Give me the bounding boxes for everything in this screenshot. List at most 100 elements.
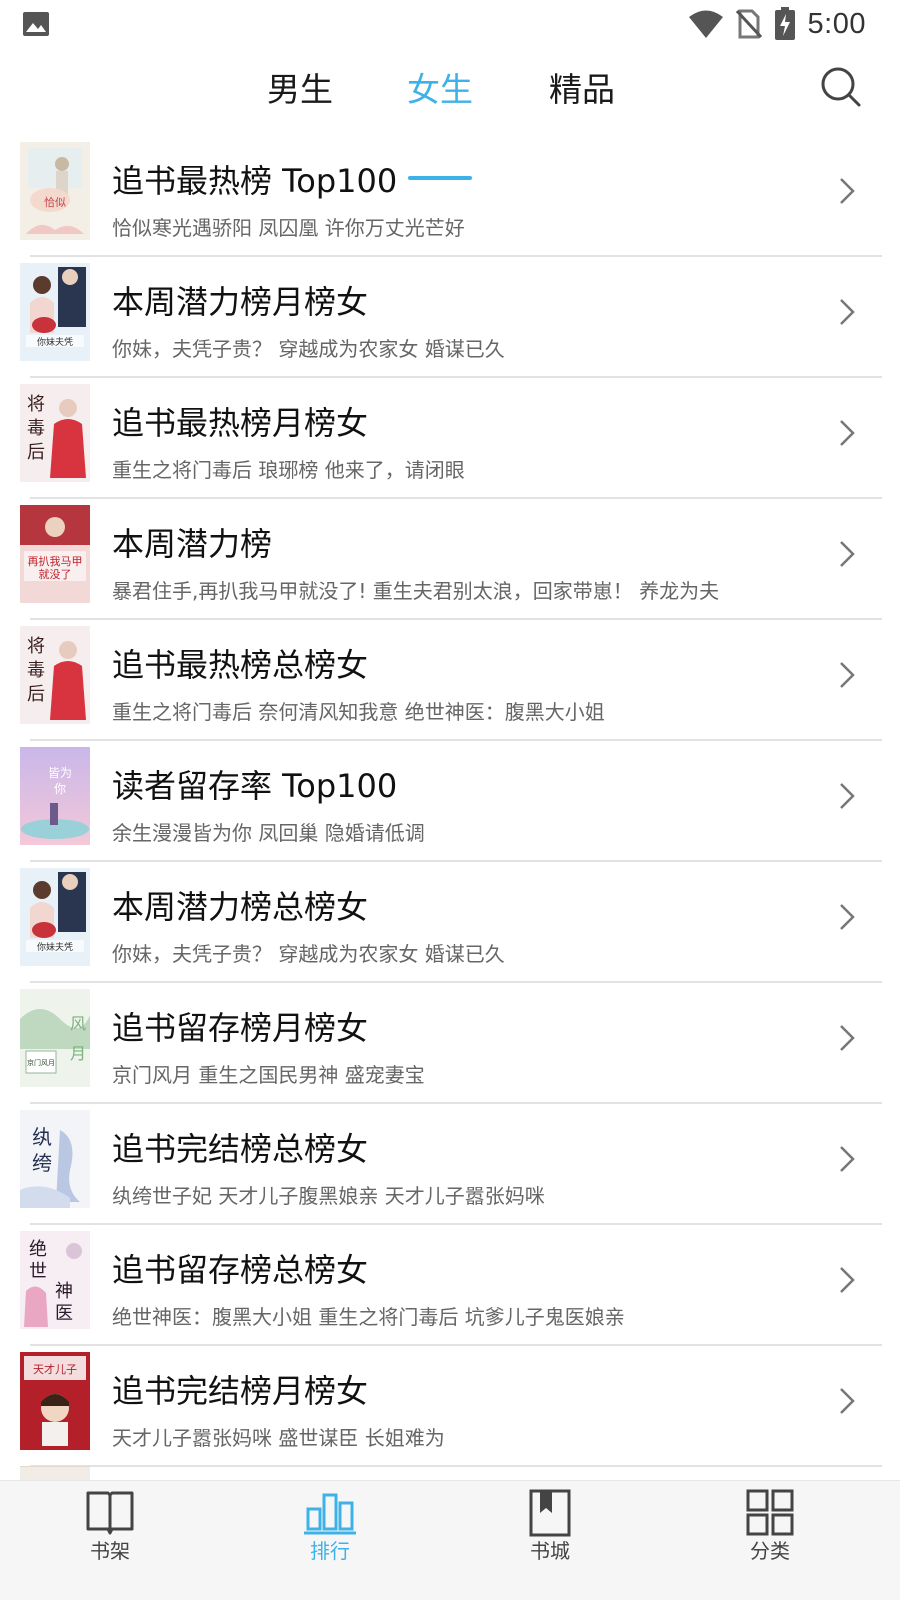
chevron-right-icon (840, 299, 855, 325)
rank-item[interactable]: 你妹夫凭 本周潜力榜总榜女 你妹，夫凭子贵？ 穿越成为农家女 婚谋已久 (0, 862, 900, 983)
tab-premium[interactable]: 精品 (537, 68, 627, 120)
svg-text:毒: 毒 (27, 660, 45, 681)
rank-item[interactable]: 将 毒 后 追书最热榜总榜女 重生之将门毒后 奈何清风知我意 绝世神医：腹黑大小… (0, 620, 900, 741)
rank-item[interactable]: 京门风月 风 月 追书留存榜月榜女 京门风月 重生之国民男神 盛宠妻宝 (0, 983, 900, 1104)
rank-item[interactable]: 恰似 追书最热榜 Top100 恰似寒光遇骄阳 凤囚凰 许你万丈光芒好 (0, 136, 900, 257)
svg-text:就没了: 就没了 (39, 567, 72, 581)
rank-item[interactable]: 皆为 你 读者留存率 Top100 余生漫漫皆为你 凤回巢 隐婚请低调 (0, 741, 900, 862)
rank-title: 本周潜力榜月榜女 (112, 283, 369, 321)
svg-text:毒: 毒 (27, 418, 45, 439)
rank-title: 追书留存榜月榜女 (112, 1009, 369, 1047)
rank-book-list: 绝世神医：腹黑大小姐 重生之将门毒后 坑爹儿子鬼医娘亲 (112, 1305, 625, 1329)
svg-text:绔: 绔 (32, 1151, 52, 1175)
rank-title: 本周潜力榜总榜女 (112, 888, 369, 926)
svg-text:你: 你 (54, 782, 66, 796)
book-cover-image: 纨 绔 (20, 1110, 90, 1208)
image-notification-icon (23, 12, 49, 36)
chevron-right-icon (840, 1267, 855, 1293)
svg-text:月: 月 (70, 1044, 86, 1063)
wifi-icon (688, 10, 723, 38)
book-cover-image: 绝 世 神 医 (20, 1231, 90, 1329)
grid-icon (746, 1489, 794, 1536)
book-cover-image: 将 毒 后 (20, 626, 90, 724)
svg-text:你妹夫凭: 你妹夫凭 (37, 336, 73, 348)
partial-book-cover (20, 1466, 90, 1480)
chevron-right-icon (840, 541, 855, 567)
chevron-right-icon (840, 420, 855, 446)
book-cover-image: 京门风月 风 月 (20, 989, 90, 1087)
nav-label: 分类 (750, 1539, 790, 1563)
rank-item[interactable]: 再扒我马甲 就没了 本周潜力榜 暴君住手,再扒我马甲就没了! 重生夫君别太浪，回… (0, 499, 900, 620)
rank-book-list: 重生之将门毒后 琅琊榜 他来了，请闭眼 (112, 458, 465, 482)
search-icon[interactable] (820, 66, 862, 108)
book-cover-image: 你妹夫凭 (20, 868, 90, 966)
svg-text:世: 世 (29, 1261, 47, 1282)
svg-text:再扒我马甲: 再扒我马甲 (28, 554, 83, 568)
svg-text:恰似: 恰似 (44, 195, 66, 209)
svg-text:医: 医 (55, 1303, 73, 1324)
rank-title: 读者留存率 Top100 (112, 767, 398, 805)
status-icons: 5:00 (688, 6, 866, 42)
status-bar: 5:00 (0, 0, 900, 50)
nav-label: 排行 (310, 1539, 350, 1563)
nav-label: 书架 (90, 1539, 130, 1563)
book-cover-image: 皆为 你 (20, 747, 90, 845)
rank-book-list: 余生漫漫皆为你 凤回巢 隐婚请低调 (112, 821, 425, 845)
svg-text:京门风月: 京门风月 (27, 1058, 55, 1067)
chevron-right-icon (840, 1388, 855, 1414)
rank-title: 追书留存榜总榜女 (112, 1251, 369, 1289)
rank-title: 本周潜力榜 (112, 525, 273, 563)
rank-book-list: 恰似寒光遇骄阳 凤囚凰 许你万丈光芒好 (112, 216, 465, 240)
rank-title: 追书最热榜月榜女 (112, 404, 369, 442)
rank-item[interactable]: 将 毒 后 追书最热榜月榜女 重生之将门毒后 琅琊榜 他来了，请闭眼 (0, 378, 900, 499)
rank-title: 追书最热榜总榜女 (112, 646, 369, 684)
rank-book-list: 你妹，夫凭子贵？ 穿越成为农家女 婚谋已久 (112, 337, 505, 361)
book-cover-image: 将 毒 后 (20, 384, 90, 482)
chevron-right-icon (840, 783, 855, 809)
chevron-right-icon (840, 662, 855, 688)
bar-chart-icon (304, 1493, 356, 1535)
svg-text:后: 后 (27, 442, 45, 463)
rank-book-list: 天才儿子嚣张妈咪 盛世谋臣 长姐难为 (112, 1426, 445, 1450)
rank-book-list: 你妹，夫凭子贵？ 穿越成为农家女 婚谋已久 (112, 942, 505, 966)
rank-item[interactable]: 你妹夫凭 本周潜力榜月榜女 你妹，夫凭子贵？ 穿越成为农家女 婚谋已久 (0, 257, 900, 378)
status-time: 5:00 (807, 7, 866, 40)
svg-text:将: 将 (27, 636, 45, 657)
nav-ranking[interactable]: 排行 (250, 1481, 410, 1600)
book-cover-image: 天才儿子 (20, 1352, 90, 1450)
tab-male[interactable]: 男生 (255, 68, 345, 120)
svg-text:天才儿子: 天才儿子 (33, 1362, 77, 1376)
rank-item[interactable]: 绝 世 神 医 追书留存榜总榜女 绝世神医：腹黑大小姐 重生之将门毒后 坑爹儿子… (0, 1225, 900, 1346)
book-cover-image: 恰似 (20, 142, 90, 240)
svg-text:后: 后 (27, 684, 45, 705)
nav-category[interactable]: 分类 (690, 1481, 850, 1600)
rank-list: 恰似 追书最热榜 Top100 恰似寒光遇骄阳 凤囚凰 许你万丈光芒好 你妹夫凭… (0, 136, 900, 1467)
bottom-nav: 书架 排行 书城 分类 (0, 1480, 900, 1600)
chevron-right-icon (840, 178, 855, 204)
nav-label: 书城 (530, 1539, 570, 1563)
nav-bookstore[interactable]: 书城 (470, 1481, 630, 1600)
chevron-right-icon (840, 1146, 855, 1172)
divider (30, 1465, 882, 1467)
nav-bookshelf[interactable]: 书架 (30, 1481, 190, 1600)
book-open-icon (86, 1491, 134, 1535)
tab-female[interactable]: 女生 (395, 68, 485, 120)
svg-text:将: 将 (27, 394, 45, 415)
book-cover-image: 再扒我马甲 就没了 (20, 505, 90, 603)
rank-item[interactable]: 纨 绔 追书完结榜总榜女 纨绔世子妃 天才儿子腹黑娘亲 天才儿子嚣张妈咪 (0, 1104, 900, 1225)
rank-title: 追书最热榜 Top100 (112, 162, 398, 200)
top-tab-bar: 男生 女生 精品 (0, 50, 900, 180)
chevron-right-icon (840, 1025, 855, 1051)
svg-text:纨: 纨 (32, 1125, 52, 1149)
rank-title: 追书完结榜总榜女 (112, 1130, 369, 1168)
rank-book-list: 暴君住手,再扒我马甲就没了! 重生夫君别太浪，回家带崽！ 养龙为夫 (112, 579, 720, 603)
bookmark-book-icon (529, 1489, 571, 1537)
no-sim-icon (735, 9, 762, 39)
chevron-right-icon (840, 904, 855, 930)
svg-text:皆为: 皆为 (48, 766, 72, 780)
rank-book-list: 纨绔世子妃 天才儿子腹黑娘亲 天才儿子嚣张妈咪 (112, 1184, 545, 1208)
book-cover-image: 你妹夫凭 (20, 263, 90, 361)
svg-text:风: 风 (70, 1014, 86, 1033)
rank-item[interactable]: 天才儿子 追书完结榜月榜女 天才儿子嚣张妈咪 盛世谋臣 长姐难为 (0, 1346, 900, 1467)
svg-text:你妹夫凭: 你妹夫凭 (37, 941, 73, 953)
